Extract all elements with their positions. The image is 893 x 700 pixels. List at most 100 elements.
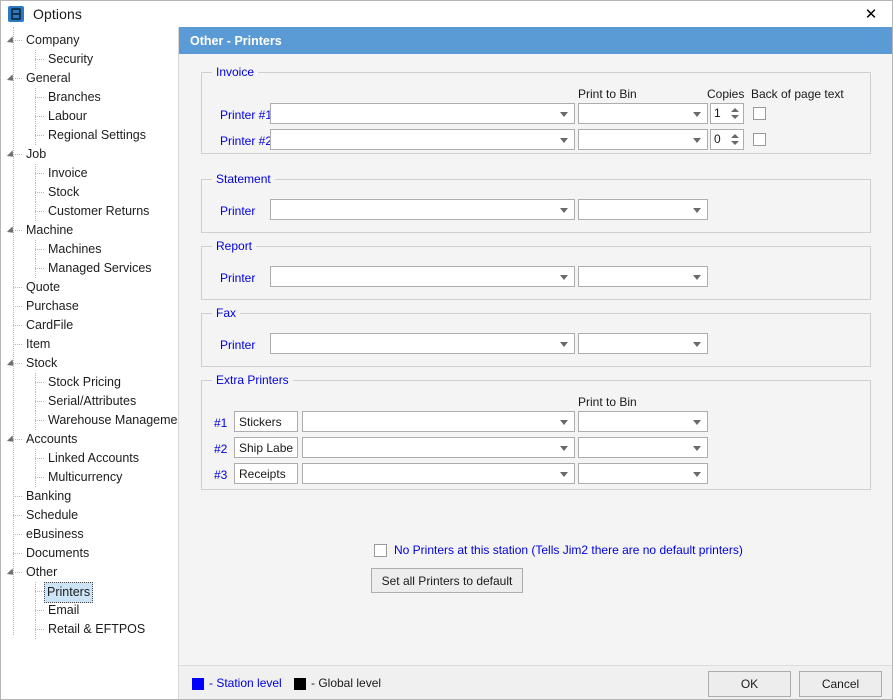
fax-bin-combo[interactable] [578, 333, 708, 354]
chevron-down-icon [693, 207, 701, 213]
ok-button[interactable]: OK [708, 671, 791, 697]
invoice-printer1-copies-stepper[interactable]: 1 [710, 103, 744, 124]
invoice-printer2-combo[interactable] [270, 129, 575, 150]
fax-printer-combo[interactable] [270, 333, 575, 354]
sidebar-item-cardfile[interactable]: CardFile [1, 316, 178, 335]
extra-printer2-name-input[interactable] [234, 437, 298, 458]
sidebar-item-invoice[interactable]: Invoice [1, 164, 178, 183]
stepper-down-icon[interactable] [731, 115, 739, 119]
chevron-expand-icon[interactable] [6, 435, 17, 445]
sidebar-item-security[interactable]: Security [1, 50, 178, 69]
report-printer-combo[interactable] [270, 266, 575, 287]
tree-guide-line [35, 59, 44, 60]
sidebar-item-purchase[interactable]: Purchase [1, 297, 178, 316]
sidebar-item-accounts[interactable]: Accounts [1, 430, 178, 449]
chevron-down-icon [560, 471, 568, 477]
extra-printer1-name-input[interactable] [234, 411, 298, 432]
no-printers-label: No Printers at this station (Tells Jim2 … [394, 543, 743, 557]
tree-guide-line [13, 515, 22, 516]
chevron-expand-icon[interactable] [6, 36, 17, 46]
tree-guide-line [13, 496, 22, 497]
sidebar-item-warehouse-management[interactable]: Warehouse Management [1, 411, 178, 430]
extra-printer1-bin-combo[interactable] [578, 411, 708, 432]
chevron-down-icon [693, 111, 701, 117]
chevron-expand-icon[interactable] [6, 359, 17, 369]
invoice-printer2-back-of-page-checkbox[interactable] [753, 133, 766, 146]
station-level-swatch [192, 678, 204, 690]
sidebar-item-ebusiness[interactable]: eBusiness [1, 525, 178, 544]
sidebar-item-label: Invoice [48, 166, 88, 180]
sidebar-item-regional-settings[interactable]: Regional Settings [1, 126, 178, 145]
sidebar-item-machine[interactable]: Machine [1, 221, 178, 240]
extra-printer3-combo[interactable] [302, 463, 575, 484]
invoice-printer2-bin-combo[interactable] [578, 129, 708, 150]
sidebar-item-label: Other [26, 565, 58, 579]
sidebar-item-email[interactable]: Email [1, 601, 178, 620]
settings-tree[interactable]: Company Security General Branches Labour Regi… [1, 27, 179, 699]
stepper-up-icon[interactable] [731, 134, 739, 138]
invoice-printer1-combo[interactable] [270, 103, 575, 124]
sidebar-item-retail-eftpos[interactable]: Retail & EFTPOS [1, 620, 178, 639]
sidebar-item-multicurrency[interactable]: Multicurrency [1, 468, 178, 487]
sidebar-item-labour[interactable]: Labour [1, 107, 178, 126]
extra-printer2-combo[interactable] [302, 437, 575, 458]
chevron-down-icon [693, 137, 701, 143]
sidebar-item-stock[interactable]: Stock [1, 354, 178, 373]
tree-guide-line [13, 287, 22, 288]
tree-guide-line [13, 553, 22, 554]
extra-printer2-bin-combo[interactable] [578, 437, 708, 458]
tree-guide-line [13, 439, 22, 440]
tree-guide-line [35, 88, 36, 107]
invoice-printer1-label: Printer #1 [220, 108, 273, 122]
statement-bin-combo[interactable] [578, 199, 708, 220]
sidebar-item-stock[interactable]: Stock [1, 183, 178, 202]
sidebar-item-label: Job [26, 147, 47, 161]
sidebar-item-job[interactable]: Job [1, 145, 178, 164]
sidebar-item-label: Stock Pricing [48, 375, 121, 389]
stepper-down-icon[interactable] [731, 141, 739, 145]
extra-printer3-name-input[interactable] [234, 463, 298, 484]
sidebar-item-label: Email [48, 603, 80, 617]
close-icon[interactable]: ✕ [848, 1, 892, 27]
invoice-printer2-copies-value: 0 [714, 132, 721, 146]
tree-guide-line [35, 202, 36, 221]
stepper-up-icon[interactable] [731, 108, 739, 112]
sidebar-item-printers[interactable]: Printers [1, 582, 178, 603]
global-level-swatch [294, 678, 306, 690]
tree-guide-line [13, 363, 22, 364]
sidebar-item-general[interactable]: General [1, 69, 178, 88]
invoice-printer1-back-of-page-checkbox[interactable] [753, 107, 766, 120]
sidebar-item-stock-pricing[interactable]: Stock Pricing [1, 373, 178, 392]
sidebar-item-linked-accounts[interactable]: Linked Accounts [1, 449, 178, 468]
sidebar-item-schedule[interactable]: Schedule [1, 506, 178, 525]
set-all-printers-default-button[interactable]: Set all Printers to default [371, 568, 523, 593]
sidebar-item-documents[interactable]: Documents [1, 544, 178, 563]
cancel-button[interactable]: Cancel [799, 671, 882, 697]
sidebar-item-company[interactable]: Company [1, 31, 178, 50]
sidebar-item-branches[interactable]: Branches [1, 88, 178, 107]
tree-guide-line [35, 97, 44, 98]
report-bin-combo[interactable] [578, 266, 708, 287]
sidebar-item-customer-returns[interactable]: Customer Returns [1, 202, 178, 221]
chevron-down-icon [560, 137, 568, 143]
sidebar-item-machines[interactable]: Machines [1, 240, 178, 259]
no-printers-checkbox[interactable] [374, 544, 387, 557]
statement-group-legend: Statement [212, 172, 275, 186]
extra-printer3-bin-combo[interactable] [578, 463, 708, 484]
sidebar-item-managed-services[interactable]: Managed Services [1, 259, 178, 278]
chevron-expand-icon[interactable] [6, 568, 17, 578]
sidebar-item-banking[interactable]: Banking [1, 487, 178, 506]
chevron-expand-icon[interactable] [6, 74, 17, 84]
invoice-printer2-copies-stepper[interactable]: 0 [710, 129, 744, 150]
sidebar-item-item[interactable]: Item [1, 335, 178, 354]
sidebar-item-quote[interactable]: Quote [1, 278, 178, 297]
sidebar-item-serial-attributes[interactable]: Serial/Attributes [1, 392, 178, 411]
sidebar-item-other[interactable]: Other [1, 563, 178, 582]
invoice-printer1-bin-combo[interactable] [578, 103, 708, 124]
sidebar-item-label: Schedule [26, 508, 79, 522]
chevron-expand-icon[interactable] [6, 226, 17, 236]
statement-printer-combo[interactable] [270, 199, 575, 220]
chevron-expand-icon[interactable] [6, 150, 17, 160]
extra-printer1-combo[interactable] [302, 411, 575, 432]
sidebar-item-label: Stock [26, 356, 58, 370]
